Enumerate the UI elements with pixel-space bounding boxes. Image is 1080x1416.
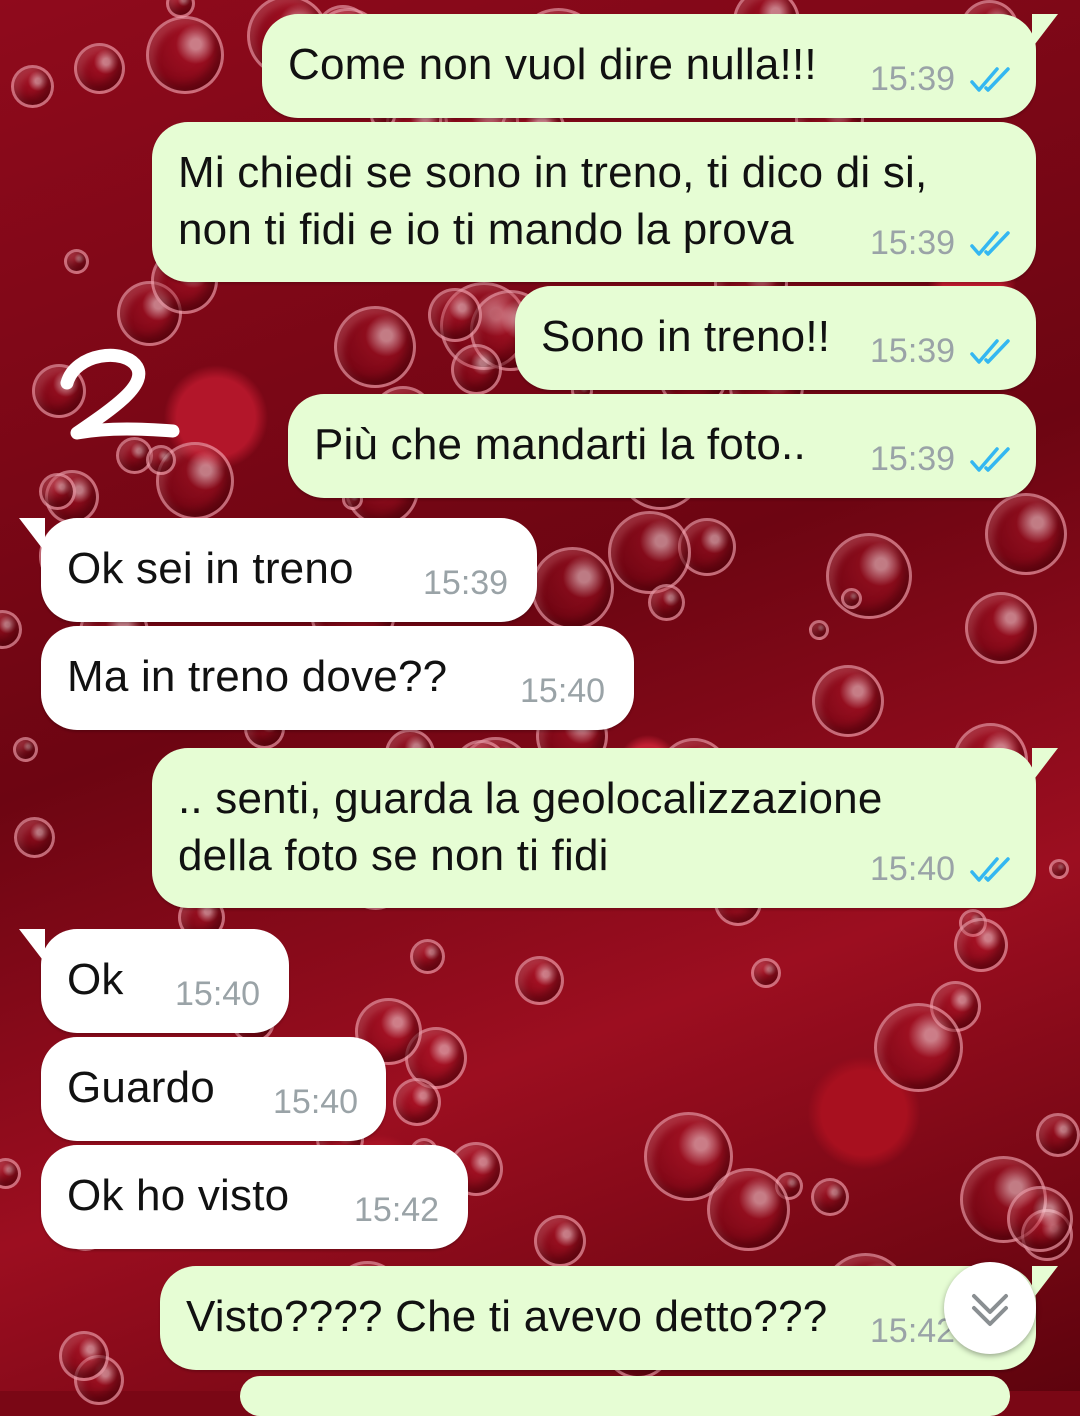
outgoing-message-bubble[interactable]: Più che mandarti la foto.. 15:39 bbox=[288, 394, 1036, 498]
wallpaper-bubble bbox=[985, 493, 1067, 575]
wallpaper-bubble bbox=[39, 473, 76, 510]
message-timestamp: 15:40 bbox=[520, 672, 606, 710]
wallpaper-bubble bbox=[608, 511, 691, 594]
message-timestamp: 15:39 bbox=[423, 564, 509, 602]
wallpaper-bubble bbox=[841, 588, 862, 609]
message-text: Come non vuol dire nulla!!! bbox=[288, 40, 817, 89]
message-text: Ok sei in treno bbox=[67, 544, 354, 593]
incoming-message-bubble[interactable]: Ma in treno dove?? 15:40 bbox=[41, 626, 634, 730]
wallpaper-bubble bbox=[812, 665, 884, 737]
message-text: Visto???? Che ti avevo detto??? bbox=[186, 1292, 828, 1341]
wallpaper-bubble bbox=[1049, 859, 1069, 879]
double-check-icon bbox=[970, 67, 1010, 92]
wallpaper-bubble bbox=[954, 918, 1008, 972]
wallpaper-bubble bbox=[751, 958, 781, 988]
message-timestamp: 15:42 bbox=[354, 1191, 440, 1229]
wallpaper-bubble bbox=[13, 737, 38, 762]
wallpaper-bubble bbox=[531, 547, 614, 630]
double-check-icon bbox=[970, 857, 1010, 882]
outgoing-message-bubble[interactable]: Mi chiedi se sono in treno, ti dico di s… bbox=[152, 122, 1036, 282]
outgoing-message-bubble[interactable]: Come non vuol dire nulla!!! 15:39 bbox=[262, 14, 1058, 118]
message-timestamp: 15:40 bbox=[175, 975, 261, 1013]
handwritten-annotation bbox=[60, 348, 180, 440]
message-text: Ma in treno dove?? bbox=[67, 652, 448, 701]
wallpaper-bubble bbox=[74, 43, 125, 94]
message-timestamp: 15:39 bbox=[870, 440, 956, 478]
wallpaper-bubble bbox=[14, 817, 55, 858]
message-timestamp: 15:39 bbox=[870, 224, 956, 262]
wallpaper-bubble bbox=[0, 610, 22, 649]
message-timestamp: 15:39 bbox=[870, 332, 956, 370]
double-check-icon bbox=[970, 339, 1010, 364]
message-bubble-partial[interactable] bbox=[240, 1376, 1010, 1416]
outgoing-message-bubble[interactable]: Sono in treno!! 15:39 bbox=[515, 286, 1036, 390]
wallpaper-bubble bbox=[410, 939, 445, 974]
message-text: .. senti, guarda la geolocalizzazione de… bbox=[178, 774, 883, 880]
wallpaper-bubble bbox=[166, 0, 195, 18]
wallpaper-bubble bbox=[515, 956, 564, 1005]
wallpaper-bubble bbox=[59, 1331, 109, 1381]
outgoing-message-bubble[interactable]: Visto???? Che ti avevo detto??? 15:42 bbox=[160, 1266, 1058, 1370]
wallpaper-bubble bbox=[826, 533, 912, 619]
wallpaper-bubble bbox=[334, 306, 416, 388]
chevron-double-down-icon bbox=[972, 1294, 1008, 1326]
message-text: Ok ho visto bbox=[67, 1171, 290, 1220]
wallpaper-bubble bbox=[64, 249, 89, 274]
incoming-message-bubble[interactable]: Ok 15:40 bbox=[19, 929, 289, 1033]
wallpaper-bubble bbox=[393, 1078, 441, 1126]
wallpaper-bubble bbox=[146, 16, 224, 94]
wallpaper-bubble bbox=[428, 288, 482, 342]
wallpaper-bubble bbox=[1007, 1186, 1073, 1252]
incoming-message-bubble[interactable]: Ok sei in treno 15:39 bbox=[19, 518, 537, 622]
wallpaper-bubble bbox=[648, 584, 685, 621]
message-timestamp: 15:42 bbox=[870, 1312, 956, 1350]
wallpaper-bubble bbox=[809, 620, 829, 640]
message-timestamp: 15:40 bbox=[870, 850, 956, 888]
message-text: Ok bbox=[67, 955, 124, 1004]
wallpaper-bubble bbox=[874, 1003, 963, 1092]
wallpaper-bubble bbox=[707, 1168, 790, 1251]
message-text: Sono in treno!! bbox=[541, 312, 831, 361]
wallpaper-bubble bbox=[0, 1158, 21, 1189]
wallpaper-bubble bbox=[534, 1215, 586, 1267]
wallpaper-bubble bbox=[1036, 1113, 1080, 1157]
wallpaper-bubble bbox=[451, 344, 502, 395]
message-text: Guardo bbox=[67, 1063, 215, 1112]
message-text: Mi chiedi se sono in treno, ti dico di s… bbox=[178, 148, 928, 254]
message-timestamp: 15:40 bbox=[273, 1083, 359, 1121]
scroll-to-bottom-button[interactable] bbox=[944, 1262, 1036, 1354]
double-check-icon bbox=[970, 231, 1010, 256]
wallpaper-bubble bbox=[965, 592, 1037, 664]
double-check-icon bbox=[970, 447, 1010, 472]
wallpaper-bubble bbox=[811, 1178, 849, 1216]
incoming-message-bubble[interactable]: Ok ho visto 15:42 bbox=[41, 1145, 468, 1249]
wallpaper-bubble bbox=[11, 65, 54, 108]
outgoing-message-bubble[interactable]: .. senti, guarda la geolocalizzazione de… bbox=[152, 748, 1058, 908]
message-text: Più che mandarti la foto.. bbox=[314, 420, 806, 469]
incoming-message-bubble[interactable]: Guardo 15:40 bbox=[41, 1037, 386, 1141]
message-timestamp: 15:39 bbox=[870, 60, 956, 98]
